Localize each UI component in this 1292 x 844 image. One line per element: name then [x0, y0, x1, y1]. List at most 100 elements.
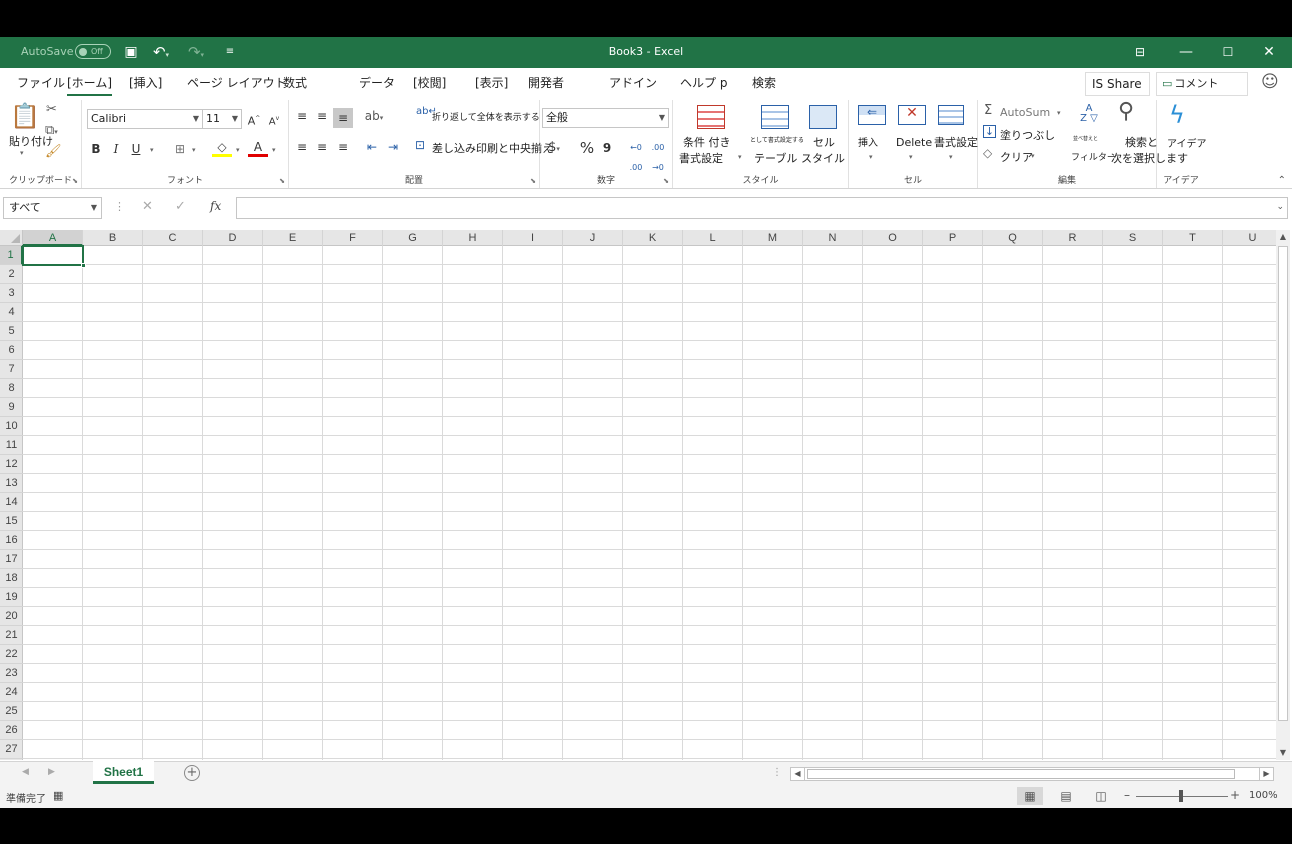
- row-header-21[interactable]: 21: [0, 626, 23, 645]
- fill-color-dropdown-icon[interactable]: ▾: [236, 147, 240, 154]
- tab-splitter-icon[interactable]: ⋮: [772, 767, 782, 778]
- column-header-q[interactable]: Q: [983, 230, 1043, 246]
- number-format-combo[interactable]: 全般 ▼: [542, 108, 669, 128]
- insert-cells-label[interactable]: 挿入: [858, 134, 878, 149]
- row-header-4[interactable]: 4: [0, 303, 23, 322]
- zoom-out-icon[interactable]: –: [1124, 788, 1130, 802]
- comma-style-icon[interactable]: 9: [597, 138, 617, 158]
- row-header-28[interactable]: 28: [0, 759, 23, 760]
- insert-cells-icon[interactable]: ⇐: [858, 105, 886, 125]
- increase-decimal-icon[interactable]: ←0 .00: [626, 138, 646, 172]
- horizontal-scrollbar[interactable]: ◀ ▶: [790, 767, 1274, 781]
- format-cells-icon[interactable]: [938, 105, 964, 125]
- conditional-formatting-dropdown-icon[interactable]: ▾: [738, 154, 742, 161]
- decrease-indent-icon[interactable]: ⇤: [362, 137, 382, 157]
- minimize-button[interactable]: —: [1163, 37, 1209, 68]
- row-header-15[interactable]: 15: [0, 512, 23, 531]
- row-header-10[interactable]: 10: [0, 417, 23, 436]
- row-header-26[interactable]: 26: [0, 721, 23, 740]
- align-middle-icon[interactable]: ≡: [312, 106, 332, 126]
- align-center-icon[interactable]: ≡: [312, 137, 332, 157]
- column-header-r[interactable]: R: [1043, 230, 1103, 246]
- column-header-p[interactable]: P: [923, 230, 983, 246]
- underline-dropdown-icon[interactable]: ▾: [150, 147, 154, 154]
- accessibility-check-icon[interactable]: ▦: [53, 789, 63, 802]
- row-header-22[interactable]: 22: [0, 645, 23, 664]
- tab-search[interactable]: 検索: [752, 74, 776, 91]
- clear-dropdown-icon[interactable]: ▾: [1031, 153, 1035, 160]
- column-header-c[interactable]: C: [143, 230, 203, 246]
- font-launcher-icon[interactable]: ⬊: [279, 177, 285, 185]
- collapse-ribbon-icon[interactable]: ⌃: [1278, 175, 1286, 186]
- ideas-button-label[interactable]: アイデア: [1167, 135, 1207, 150]
- row-header-1[interactable]: 1: [0, 246, 23, 265]
- sort-filter-icon[interactable]: AZ ▽: [1074, 104, 1104, 124]
- row-header-13[interactable]: 13: [0, 474, 23, 493]
- fill-handle[interactable]: [81, 263, 86, 268]
- find-select-label-1[interactable]: 検索と: [1125, 134, 1158, 150]
- decrease-decimal-icon[interactable]: .00 →0: [648, 138, 668, 172]
- column-header-a[interactable]: A: [23, 230, 83, 246]
- page-layout-view-icon[interactable]: ▤: [1053, 787, 1079, 805]
- column-header-e[interactable]: E: [263, 230, 323, 246]
- column-header-d[interactable]: D: [203, 230, 263, 246]
- row-header-3[interactable]: 3: [0, 284, 23, 303]
- name-box[interactable]: すべて ▼: [3, 197, 102, 219]
- formula-input[interactable]: ⌄: [236, 197, 1288, 219]
- tab-page-layout[interactable]: ページ レイアウト: [187, 74, 287, 91]
- scroll-left-icon[interactable]: ◀: [791, 768, 805, 780]
- row-header-27[interactable]: 27: [0, 740, 23, 759]
- ribbon-display-options-icon[interactable]: ⊟: [1117, 37, 1163, 68]
- tab-developer[interactable]: 開発者: [528, 74, 564, 91]
- row-header-24[interactable]: 24: [0, 683, 23, 702]
- delete-cells-icon[interactable]: ✕: [898, 105, 926, 125]
- column-header-s[interactable]: S: [1103, 230, 1163, 246]
- find-select-icon[interactable]: ⚲: [1118, 101, 1134, 123]
- row-header-9[interactable]: 9: [0, 398, 23, 417]
- sheet-tab-sheet1[interactable]: Sheet1: [93, 761, 154, 784]
- fill-color-icon[interactable]: ◇: [212, 139, 232, 157]
- align-bottom-icon[interactable]: ≡: [333, 108, 353, 128]
- cell-styles-label-2[interactable]: スタイル: [801, 150, 845, 166]
- sort-filter-label-2[interactable]: フィルター: [1071, 150, 1116, 163]
- scroll-down-icon[interactable]: ▼: [1276, 746, 1290, 760]
- zoom-level[interactable]: 100%: [1249, 790, 1278, 801]
- scroll-up-icon[interactable]: ▲: [1276, 230, 1290, 244]
- font-color-dropdown-icon[interactable]: ▾: [272, 147, 276, 154]
- clear-icon[interactable]: ◇: [983, 147, 992, 159]
- delete-cells-label[interactable]: Delete: [896, 136, 932, 149]
- formula-bar-grip-icon[interactable]: ⋮: [114, 200, 125, 213]
- scroll-right-icon[interactable]: ▶: [1259, 768, 1273, 780]
- grow-font-button[interactable]: A^: [244, 109, 264, 129]
- page-break-preview-icon[interactable]: ◫: [1088, 787, 1114, 805]
- shrink-font-button[interactable]: Av: [264, 109, 284, 129]
- row-header-11[interactable]: 11: [0, 436, 23, 455]
- tab-data[interactable]: データ: [359, 74, 395, 91]
- format-as-table-icon[interactable]: [761, 105, 789, 129]
- insert-cells-dropdown-icon[interactable]: ▾: [869, 154, 873, 161]
- fill-label[interactable]: 塗りつぶし: [1000, 127, 1055, 143]
- add-sheet-icon[interactable]: +: [184, 765, 200, 781]
- row-header-2[interactable]: 2: [0, 265, 23, 284]
- tab-file[interactable]: ファイル: [17, 74, 65, 91]
- bold-button[interactable]: B: [86, 139, 106, 159]
- column-header-o[interactable]: O: [863, 230, 923, 246]
- horizontal-scroll-thumb[interactable]: [807, 769, 1235, 779]
- merge-center-label[interactable]: 差し込み印刷と中央揃え: [432, 140, 553, 156]
- select-all-button[interactable]: [0, 230, 23, 246]
- column-header-u[interactable]: U: [1223, 230, 1276, 246]
- row-header-18[interactable]: 18: [0, 569, 23, 588]
- font-name-combo[interactable]: Calibri ▼: [87, 109, 203, 129]
- autosum-icon[interactable]: Σ: [984, 104, 992, 117]
- previous-sheet-icon[interactable]: ◀: [22, 767, 29, 777]
- align-right-icon[interactable]: ≡: [333, 137, 353, 157]
- column-header-i[interactable]: I: [503, 230, 563, 246]
- tab-formulas[interactable]: 数式: [283, 74, 307, 91]
- normal-view-icon[interactable]: ▦: [1017, 787, 1043, 805]
- tab-home[interactable]: [ホーム]: [67, 74, 113, 96]
- row-header-6[interactable]: 6: [0, 341, 23, 360]
- row-header-23[interactable]: 23: [0, 664, 23, 683]
- zoom-in-icon[interactable]: +: [1230, 788, 1240, 802]
- format-as-table-label-1[interactable]: として書式設定する: [750, 135, 804, 144]
- row-header-8[interactable]: 8: [0, 379, 23, 398]
